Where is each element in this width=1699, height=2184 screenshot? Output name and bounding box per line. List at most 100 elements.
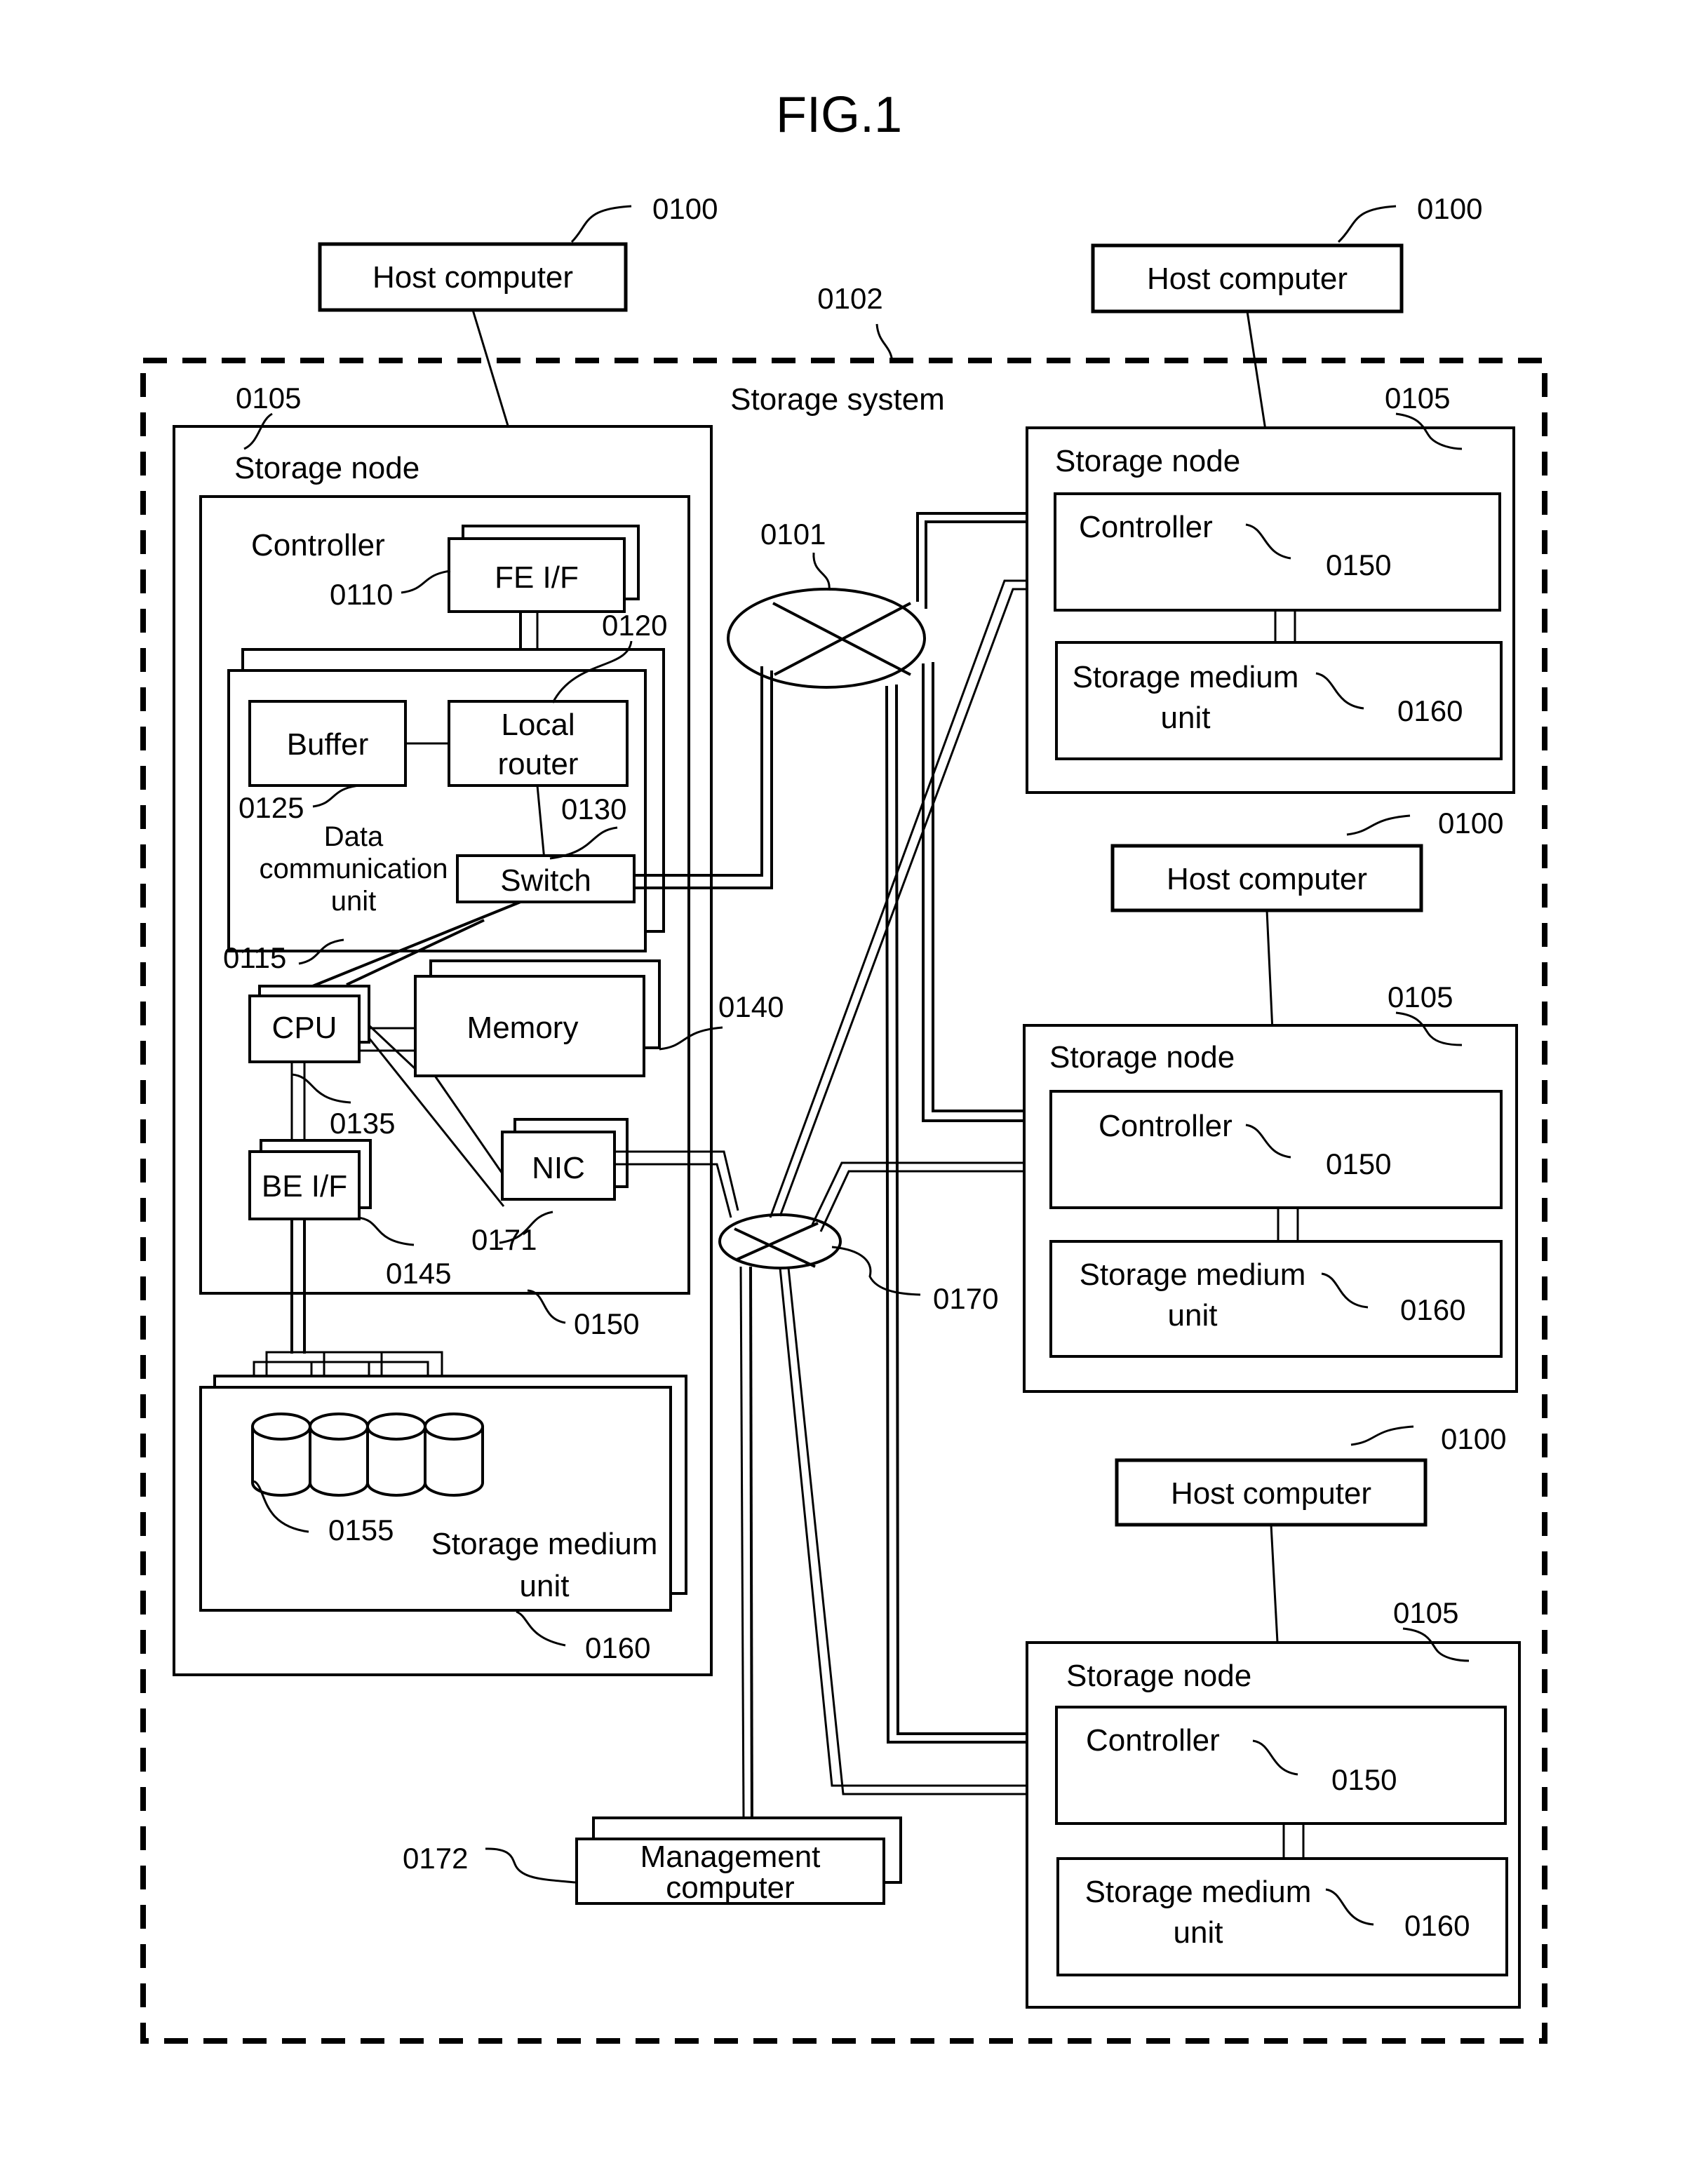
mgmt-node2-link-b [819,1170,1051,1232]
fe-if-ref: 0110 [330,578,393,611]
controller-label: Controller [1079,510,1213,544]
drive-cylinder[interactable] [366,1413,427,1497]
host-computer-label: Host computer [1147,262,1348,296]
host-computer-label: Host computer [1171,1476,1371,1511]
controller-label: Controller [1086,1723,1220,1758]
controller-ref: 0150 [1326,1147,1391,1180]
figure-title: FIG.1 [776,87,902,143]
host-computer-1[interactable]: Host computer 0100 [318,192,718,312]
smu-label-1: Storage medium [1085,1875,1312,1909]
storage-node-label: Storage node [234,451,419,485]
local-router-label-1: Local [501,708,575,742]
be-if-ref: 0145 [386,1257,451,1290]
storage-system-ref: 0102 [817,282,882,315]
host-computer-leader [1350,1425,1414,1446]
buffer-ref: 0125 [239,791,304,824]
data-comm-unit-label-1: Data [324,821,384,852]
storage-node-simple-1[interactable]: Storage node 0105 Controller 0150 Storag… [1026,382,1515,794]
mgmt-computer-label-1: Management [640,1840,821,1874]
host-computer-ref: 0100 [1438,807,1503,840]
smu-label-2: unit [1161,701,1211,735]
host-computer-label: Host computer [372,260,573,295]
mgmt-node3-link-b [787,1267,1055,1795]
drive-top [251,1413,311,1441]
drive-group [251,1413,484,1497]
host-computer-ref: 0100 [1441,1422,1506,1455]
network-main-ellipse [727,588,926,689]
drive-top [424,1413,484,1441]
cpu-label: CPU [272,1011,337,1045]
mgmt-computer-link-b [749,1266,753,1840]
host-computer-leader [1346,814,1411,836]
storage-node-ref: 0105 [236,382,301,414]
memory-label: Memory [467,1011,579,1045]
drive-cylinder[interactable] [251,1413,311,1497]
mgmt-computer-link-a [739,1266,745,1819]
cpu-ref: 0135 [330,1107,395,1140]
smu-label-1: Storage medium [1073,660,1299,694]
drive-top [309,1413,369,1441]
drive-cylinder[interactable] [424,1413,484,1497]
smu-label-1: Storage medium [1080,1258,1306,1292]
switch-ref: 0130 [561,793,626,825]
smu-label-2: unit [520,1569,570,1603]
smu-label-1: Storage medium [431,1527,658,1561]
storage-node-ref: 0105 [1385,382,1450,414]
storage-node-simple-3[interactable]: Storage node 0105 Controller 0150 Storag… [1026,1596,1521,2009]
management-computer[interactable]: Management computer 0172 [403,1816,902,1905]
be-if-label: BE I/F [262,1169,347,1204]
smu-ref: 0160 [1404,1909,1470,1942]
storage-node-ref: 0105 [1393,1596,1458,1629]
smu-ref: 0160 [1400,1293,1465,1326]
mgmt-node3-link-a [779,1267,1055,1787]
host-computer-ref: 0100 [652,192,718,225]
fe-if-label: FE I/F [495,560,579,595]
host-computer-4[interactable]: Host computer 0100 [1115,1422,1506,1527]
smu-label-2: unit [1168,1298,1218,1333]
network-switch-main[interactable]: 0101 [727,518,926,689]
network-switch-mgmt[interactable]: 0170 [718,1213,998,1315]
smu-label-2: unit [1174,1915,1223,1950]
smu-ref: 0160 [1397,694,1463,727]
host-computer-2[interactable]: Host computer 0100 [1091,192,1482,314]
mgmt-computer-label-2: computer [666,1870,794,1905]
controller-ref: 0150 [574,1307,639,1340]
controller-ref: 0150 [1331,1763,1397,1796]
network-main-ref: 0101 [760,518,826,551]
storage-system-diagram: FIG.1 Storage system 0102 Host computer … [140,87,1547,2044]
network-main-leader [812,552,831,591]
controller-label: Controller [1099,1109,1233,1143]
data-comm-unit-label-2: communication [259,854,448,884]
storage-node-detailed[interactable]: Storage node 0105 Controller 0150 FE I/F… [173,382,784,1676]
drive-top [366,1413,427,1441]
drives-ref: 0155 [328,1514,394,1546]
local-router-ref: 0120 [602,609,667,642]
drive-cylinder[interactable] [309,1413,369,1497]
storage-node-simple-2[interactable]: Storage node 0105 Controller 0150 Storag… [1023,980,1518,1393]
storage-system-leader [875,323,894,363]
host-computer-ref: 0100 [1417,192,1482,225]
storage-node-ref: 0105 [1388,980,1453,1013]
network-mgmt-ref: 0170 [933,1282,998,1315]
data-comm-unit-label-3: unit [331,886,377,917]
storage-node-label: Storage node [1049,1040,1235,1074]
data-comm-unit-ref: 0115 [223,941,286,974]
host-computer-3[interactable]: Host computer 0100 [1110,807,1503,912]
host-computer-leader [570,205,632,243]
storage-node-label: Storage node [1055,444,1240,478]
switch-label: Switch [500,863,591,898]
smu-ref: 0160 [585,1631,650,1664]
host-computer-label: Host computer [1167,862,1367,896]
controller-ref: 0150 [1326,548,1391,581]
local-router-label-2: router [498,747,579,781]
network-mgmt-leader [831,1246,921,1296]
mgmt-computer-leader [485,1847,576,1884]
buffer-label: Buffer [287,727,369,762]
host-computer-leader [1337,205,1397,243]
controller-label: Controller [251,528,385,562]
mgmt-computer-ref: 0172 [403,1842,468,1875]
memory-ref: 0140 [718,990,784,1023]
storage-system-label: Storage system [730,382,945,417]
storage-node-label: Storage node [1066,1659,1251,1693]
nic-label: NIC [532,1151,585,1185]
